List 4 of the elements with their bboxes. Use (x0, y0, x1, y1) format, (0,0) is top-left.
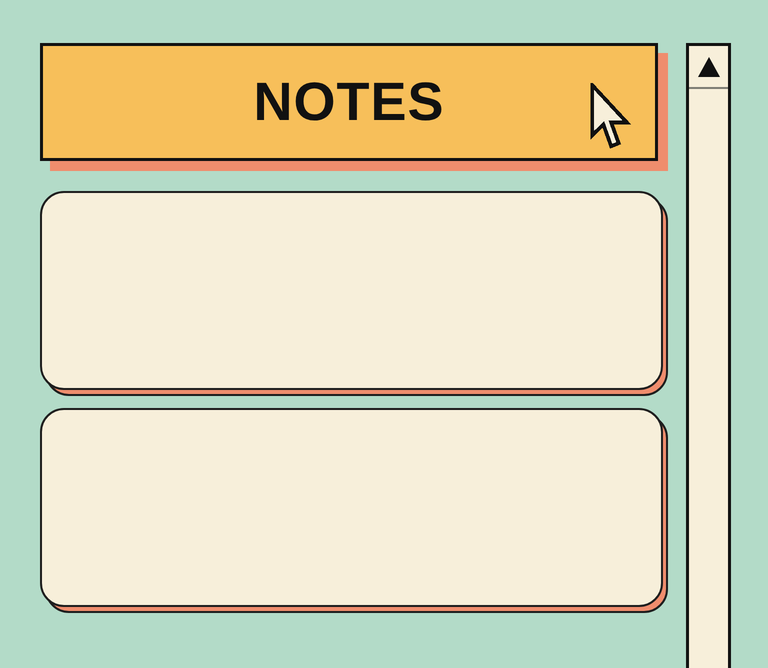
mouse-pointer-icon (590, 83, 631, 151)
page-title: NOTES (253, 75, 445, 129)
up-triangle-icon (698, 56, 720, 76)
scrollbar-track[interactable] (686, 43, 731, 668)
